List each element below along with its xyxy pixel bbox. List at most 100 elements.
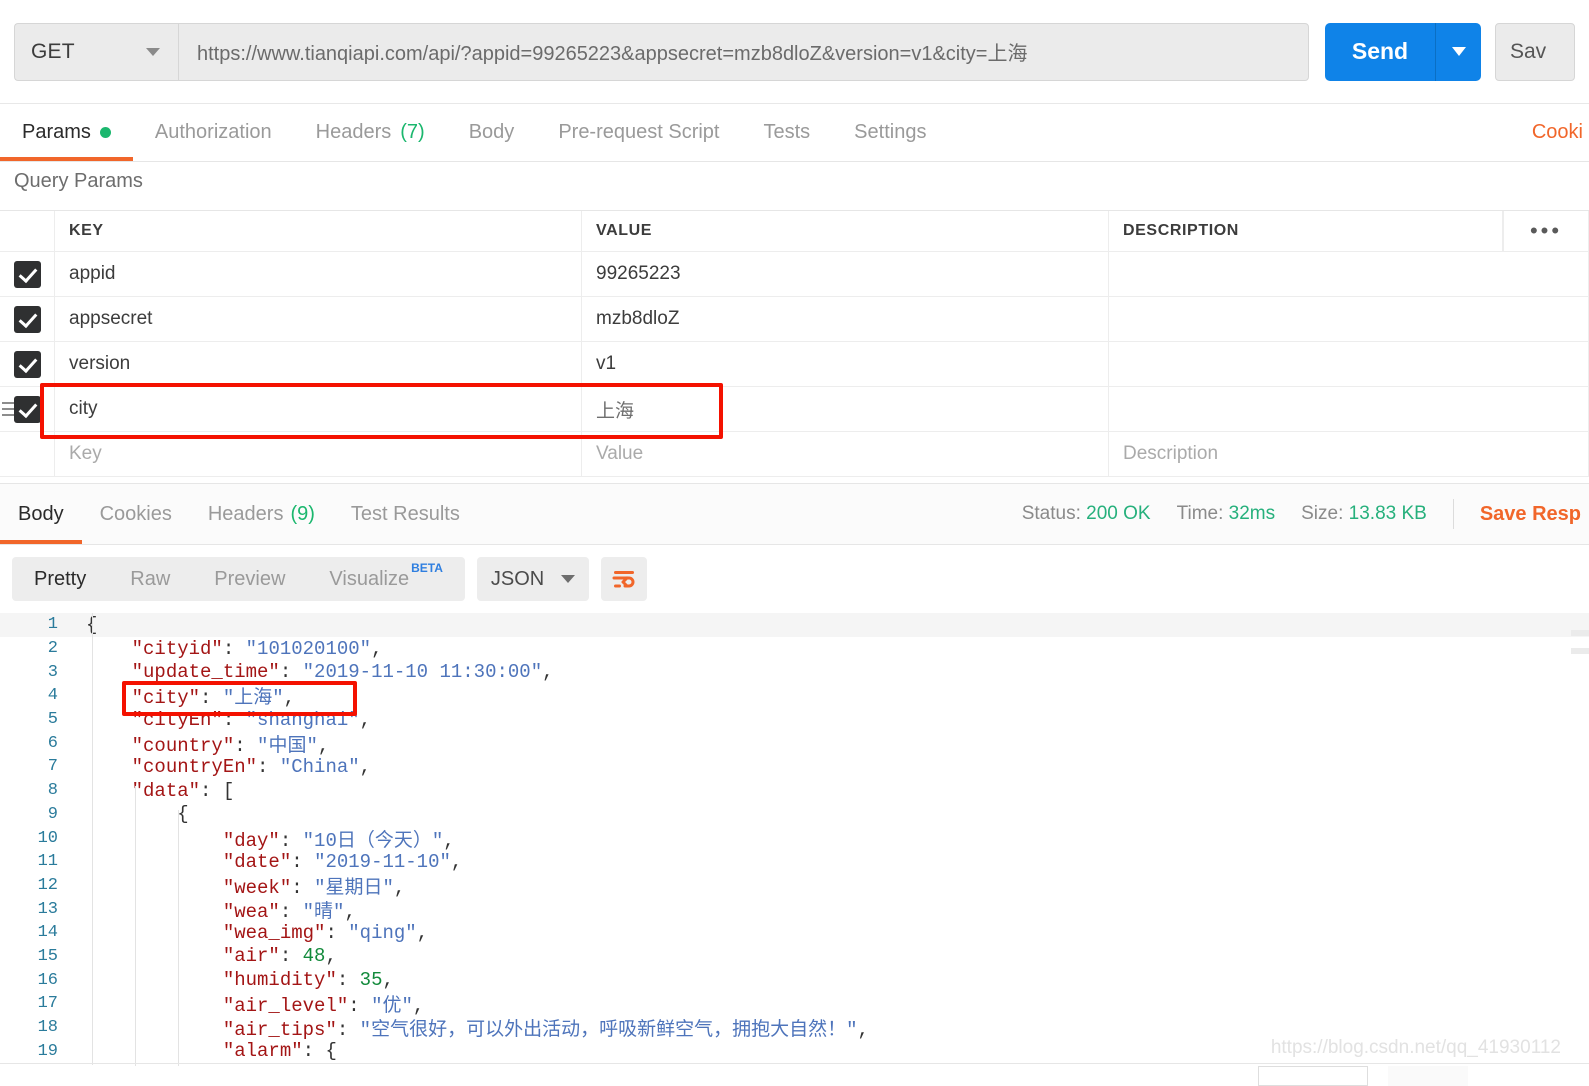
code-token: "10日（今天）"	[302, 829, 444, 852]
save-request-button[interactable]: Sav	[1495, 22, 1575, 81]
response-body-code-viewer[interactable]: 1{2 "cityid": "101020100",3 "update_time…	[0, 613, 1589, 1065]
code-token: "data"	[131, 779, 201, 802]
table-row[interactable]: appsecret mzb8dloZ	[0, 297, 1589, 342]
code-line: 7 "countryEn": "China",	[0, 755, 1589, 779]
param-key-input[interactable]: Key	[55, 432, 582, 476]
tab-headers[interactable]: Headers (7)	[294, 104, 447, 161]
table-row[interactable]: city 上海	[0, 387, 1589, 432]
code-token: : {	[302, 1040, 337, 1063]
code-token: :	[336, 1019, 360, 1042]
checkbox-checked-icon	[13, 350, 41, 378]
query-params-title: Query Params	[14, 170, 143, 192]
scrollbar-marker[interactable]	[1571, 648, 1589, 654]
header-value: VALUE	[582, 211, 1109, 251]
bulk-edit-menu-button[interactable]: •••	[1503, 211, 1589, 251]
param-value[interactable]: mzb8dloZ	[582, 297, 1109, 341]
view-mode-pretty[interactable]: Pretty	[12, 557, 108, 601]
query-params-table: KEY VALUE DESCRIPTION ••• appid 99265223…	[0, 210, 1589, 477]
param-description[interactable]	[1109, 342, 1589, 386]
param-description[interactable]	[1109, 297, 1589, 341]
param-key[interactable]: version	[55, 342, 582, 386]
tab-authorization[interactable]: Authorization	[133, 104, 294, 161]
row-enabled-checkbox[interactable]	[0, 252, 55, 296]
cookies-link[interactable]: Cooki	[1532, 104, 1589, 161]
param-value[interactable]: 99265223	[582, 252, 1109, 296]
code-token: ,	[382, 969, 394, 992]
code-line-text: "day": "10日（今天）",	[72, 825, 455, 852]
tab-tests[interactable]: Tests	[741, 104, 832, 161]
param-value-input[interactable]: Value	[582, 432, 1109, 476]
tab-settings[interactable]: Settings	[832, 104, 948, 161]
param-description-input[interactable]: Description	[1109, 432, 1589, 476]
tab-params[interactable]: Params	[0, 104, 133, 161]
tab-pre-request-script[interactable]: Pre-request Script	[536, 104, 741, 161]
table-row[interactable]: appid 99265223	[0, 252, 1589, 297]
language-label: JSON	[490, 567, 545, 590]
code-line: 1{	[0, 613, 1589, 637]
param-value[interactable]: 上海	[582, 387, 1109, 431]
code-token: "中国"	[257, 734, 318, 757]
response-format-bar: Pretty Raw Preview Visualize BETA JSON	[0, 545, 1589, 613]
tab-label: Authorization	[154, 121, 272, 143]
code-token: ,	[542, 661, 554, 684]
param-key[interactable]: appid	[55, 252, 582, 296]
view-mode-label: Pretty	[34, 568, 87, 590]
row-enabled-checkbox-empty[interactable]	[0, 432, 55, 476]
request-url-input[interactable]: https://www.tianqiapi.com/api/?appid=992…	[178, 22, 1309, 81]
code-token: :	[325, 921, 349, 944]
scrollbar-marker[interactable]	[1571, 630, 1589, 636]
code-token: :	[279, 661, 303, 684]
code-token: "city"	[131, 687, 201, 710]
code-token: "101020100"	[245, 637, 372, 660]
code-token: "shanghai"	[245, 708, 360, 731]
row-enabled-checkbox[interactable]	[0, 297, 55, 341]
param-key[interactable]: appsecret	[55, 297, 582, 341]
tab-body[interactable]: Body	[447, 104, 537, 161]
ellipsis-icon: •••	[1529, 218, 1563, 243]
code-token: "air_tips"	[222, 1019, 337, 1042]
checkbox-checked-icon	[13, 260, 41, 288]
code-line-text: "wea_img": "qing",	[72, 922, 428, 944]
code-token: "wea_img"	[222, 921, 326, 944]
param-value[interactable]: v1	[582, 342, 1109, 386]
code-token: "alarm"	[222, 1040, 303, 1063]
tab-label: Test Results	[350, 502, 460, 525]
view-mode-label: Preview	[214, 568, 286, 590]
footer-console-box[interactable]	[1258, 1066, 1368, 1086]
view-mode-preview[interactable]: Preview	[192, 557, 307, 601]
param-key[interactable]: city	[55, 387, 582, 431]
line-number: 1	[47, 615, 58, 635]
tab-label: Headers	[207, 502, 284, 525]
code-token: 35	[359, 969, 383, 992]
response-tab-cookies[interactable]: Cookies	[82, 484, 190, 544]
send-options-button[interactable]	[1435, 22, 1481, 81]
tab-label: Pre-request Script	[558, 121, 720, 143]
http-method-select[interactable]: GET	[14, 22, 178, 81]
response-tab-test-results[interactable]: Test Results	[333, 484, 478, 544]
response-tab-body[interactable]: Body	[0, 484, 82, 544]
response-tab-headers[interactable]: Headers (9)	[190, 484, 333, 544]
response-language-select[interactable]: JSON	[476, 557, 589, 601]
table-row-empty[interactable]: Key Value Description	[0, 432, 1589, 477]
view-mode-raw[interactable]: Raw	[108, 557, 192, 601]
view-mode-visualize[interactable]: Visualize BETA	[307, 557, 464, 601]
status-label: Status:	[1021, 503, 1081, 524]
param-description[interactable]	[1109, 252, 1589, 296]
table-row[interactable]: version v1	[0, 342, 1589, 387]
request-tabs: Params Authorization Headers (7) Body Pr…	[0, 104, 1589, 162]
divider	[1452, 499, 1454, 529]
save-response-button[interactable]: Save Resp	[1480, 503, 1581, 526]
request-url-bar: GET https://www.tianqiapi.com/api/?appid…	[0, 0, 1589, 104]
row-enabled-checkbox[interactable]	[0, 342, 55, 386]
word-wrap-icon	[612, 571, 635, 588]
code-token: "day"	[222, 829, 280, 852]
param-description[interactable]	[1109, 387, 1589, 431]
status-value: 200 OK	[1086, 503, 1151, 524]
code-line: 17 "air_level": "优",	[0, 992, 1589, 1017]
send-button[interactable]: Send	[1325, 22, 1435, 81]
params-modified-dot-icon	[99, 127, 111, 138]
row-enabled-checkbox[interactable]	[0, 387, 55, 431]
http-method-label: GET	[31, 39, 75, 63]
code-line: 4 "city": "上海",	[0, 684, 1589, 710]
word-wrap-toggle-button[interactable]	[600, 557, 647, 601]
